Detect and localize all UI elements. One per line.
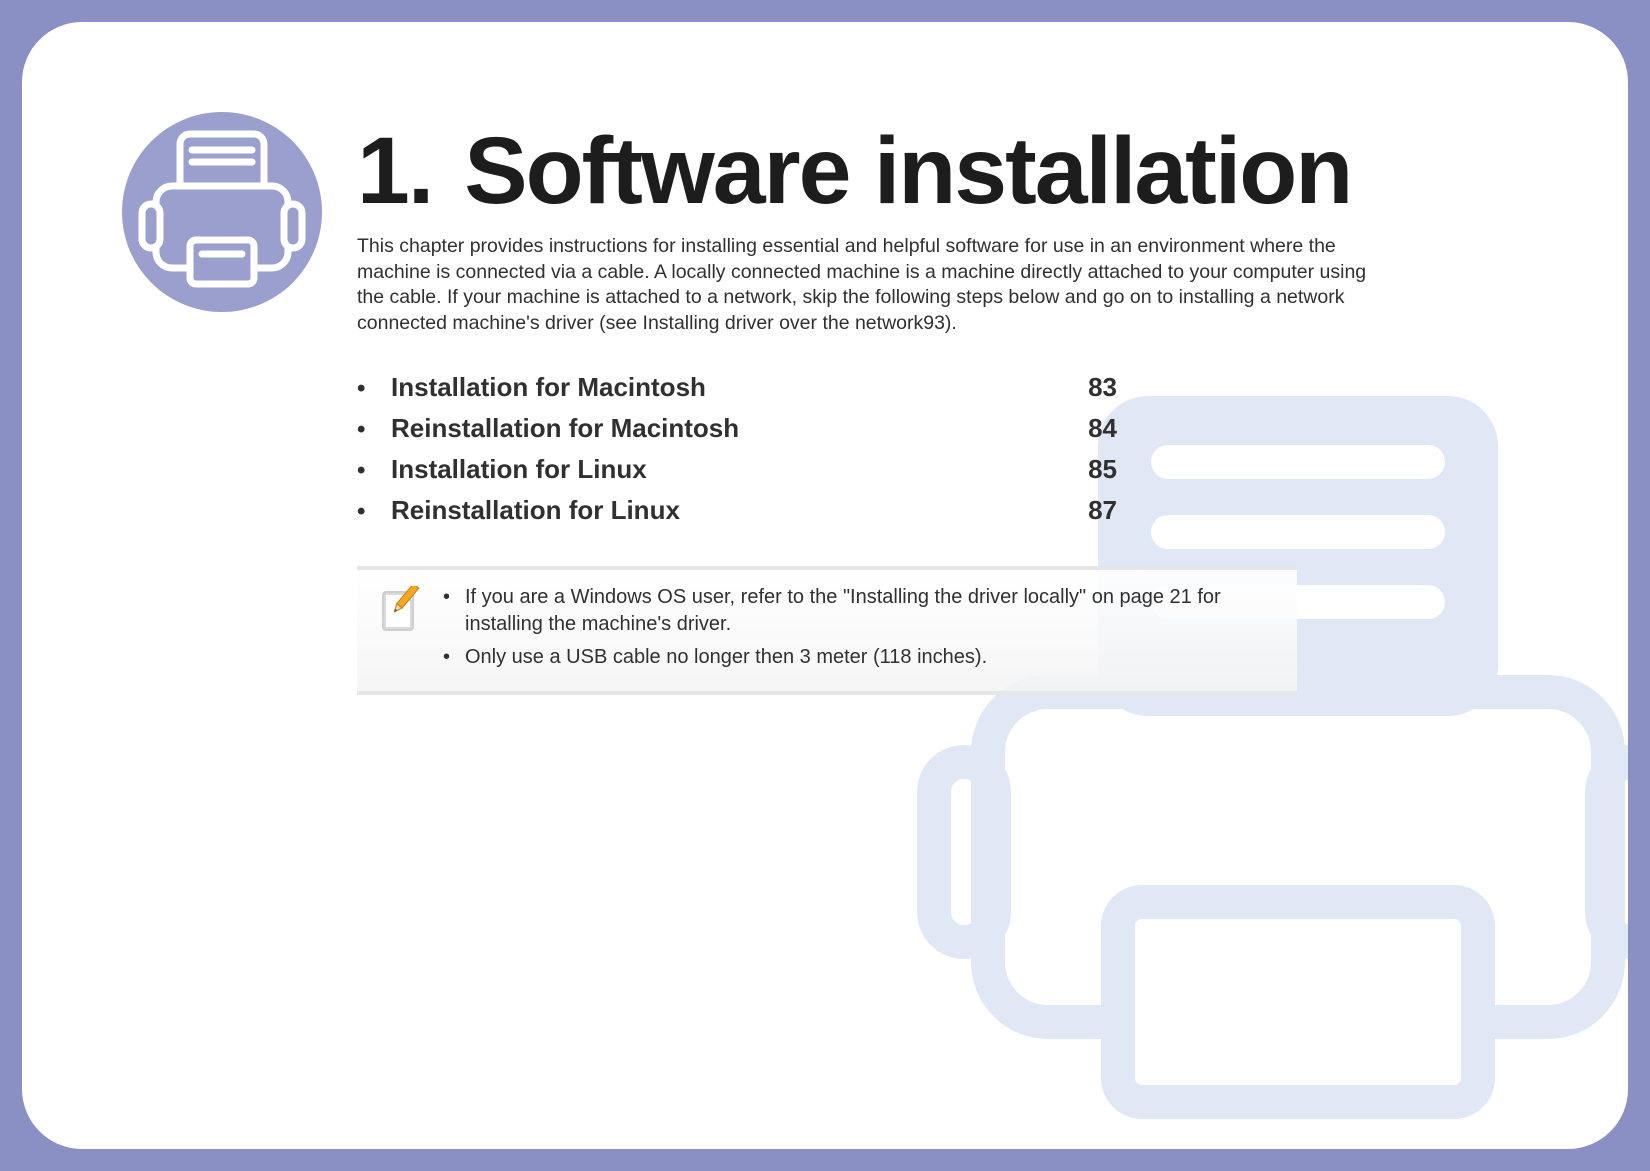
bullet-icon: •: [357, 375, 391, 403]
chapter-title: 1. Software installation: [357, 117, 1558, 226]
toc-label: Installation for Linux: [391, 454, 1088, 485]
toc-list: • Installation for Macintosh 83 • Reinst…: [357, 372, 1117, 526]
toc-page: 87: [1088, 495, 1117, 526]
note-item: If you are a Windows OS user, refer to t…: [443, 584, 1267, 638]
toc-label: Installation for Macintosh: [391, 372, 1088, 403]
toc-page: 84: [1088, 413, 1117, 444]
bullet-icon: •: [357, 457, 391, 485]
note-box: If you are a Windows OS user, refer to t…: [357, 566, 1297, 695]
printer-badge-icon: [122, 112, 322, 312]
note-item: Only use a USB cable no longer then 3 me…: [443, 644, 1267, 671]
document-page: 1. Software installation This chapter pro…: [22, 22, 1628, 1149]
toc-item[interactable]: • Installation for Macintosh 83: [357, 372, 1117, 403]
note-pencil-icon: [379, 586, 421, 632]
chapter-intro: This chapter provides instructions for i…: [357, 234, 1387, 337]
toc-item[interactable]: • Installation for Linux 85: [357, 454, 1117, 485]
toc-page: 85: [1088, 454, 1117, 485]
toc-page: 83: [1088, 372, 1117, 403]
toc-label: Reinstallation for Macintosh: [391, 413, 1088, 444]
toc-item[interactable]: • Reinstallation for Linux 87: [357, 495, 1117, 526]
chapter-number: 1.: [357, 118, 432, 224]
bullet-icon: •: [357, 416, 391, 444]
note-list: If you are a Windows OS user, refer to t…: [443, 584, 1267, 671]
toc-label: Reinstallation for Linux: [391, 495, 1088, 526]
bullet-icon: •: [357, 498, 391, 526]
chapter-title-text: Software installation: [464, 118, 1351, 224]
toc-item[interactable]: • Reinstallation for Macintosh 84: [357, 413, 1117, 444]
